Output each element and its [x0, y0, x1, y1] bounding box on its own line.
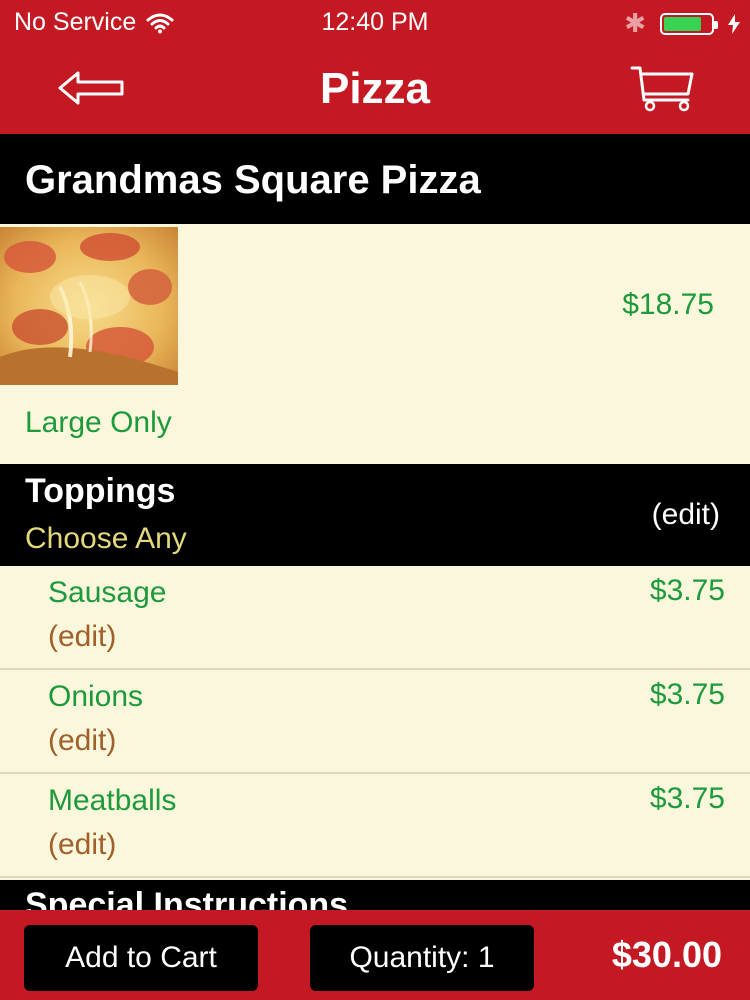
charging-bolt-icon — [728, 13, 740, 34]
topping-name: Meatballs — [48, 784, 177, 817]
cart-icon — [630, 66, 694, 112]
topping-edit-link[interactable]: (edit) — [48, 620, 116, 654]
item-info: $18.75 Large Only — [0, 224, 750, 464]
quantity-button[interactable]: Quantity: 1 — [310, 925, 534, 991]
special-instructions-title: Special Instructions — [25, 886, 349, 910]
toppings-edit-button[interactable]: (edit) — [652, 498, 720, 532]
toppings-header: Toppings Choose Any (edit) — [0, 464, 750, 566]
toppings-subtitle: Choose Any — [25, 522, 187, 555]
topping-edit-link[interactable]: (edit) — [48, 828, 116, 862]
nav-bar: Pizza — [0, 44, 750, 134]
pizza-photo — [0, 227, 178, 385]
topping-edit-link[interactable]: (edit) — [48, 724, 116, 758]
pizza-image — [0, 227, 178, 385]
battery-level — [664, 16, 701, 31]
topping-price: $3.75 — [649, 782, 725, 815]
size-note: Large Only — [25, 406, 172, 439]
item-price: $18.75 — [622, 288, 714, 321]
topping-row-onions[interactable]: Onions (edit) $3.75 — [0, 670, 750, 774]
cart-button[interactable] — [630, 64, 696, 112]
status-right: ✱ — [624, 8, 740, 39]
topping-row-meatballs[interactable]: Meatballs (edit) $3.75 — [0, 774, 750, 878]
item-title: Grandmas Square Pizza — [0, 134, 750, 224]
topping-name: Onions — [48, 680, 144, 713]
order-total: $30.00 — [611, 934, 722, 975]
bottom-bar: Add to Cart Quantity: 1 $30.00 — [0, 910, 750, 1000]
status-bar: No Service 12:40 PM ✱ — [0, 0, 750, 44]
topping-row-sausage[interactable]: Sausage (edit) $3.75 — [0, 566, 750, 670]
topping-name: Sausage — [48, 576, 167, 609]
special-instructions-header: Special Instructions — [0, 880, 750, 910]
toppings-title: Toppings — [25, 472, 176, 510]
topping-price: $3.75 — [649, 574, 725, 607]
bluetooth-icon: ✱ — [624, 8, 646, 38]
add-to-cart-button[interactable]: Add to Cart — [24, 925, 258, 991]
topping-price: $3.75 — [649, 678, 725, 711]
battery-icon — [660, 12, 718, 35]
